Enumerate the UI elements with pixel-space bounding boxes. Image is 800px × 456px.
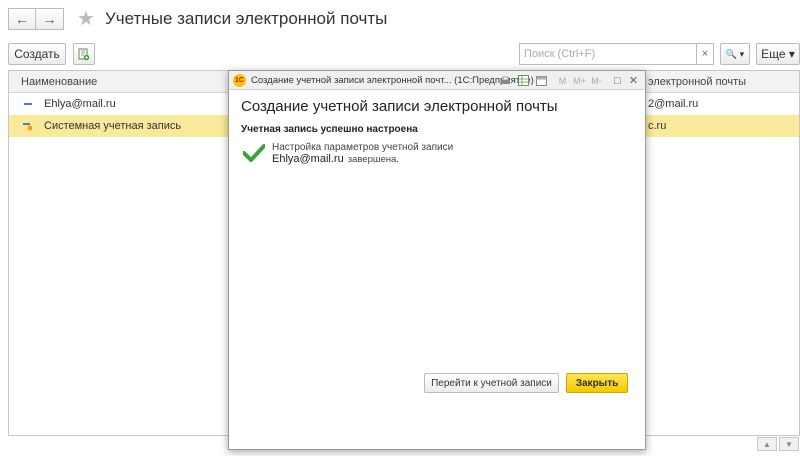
- search-input[interactable]: Поиск (Ctrl+F): [519, 43, 697, 65]
- success-label: Учетная запись успешно настроена: [241, 124, 418, 135]
- more-button[interactable]: Еще ▾: [756, 43, 800, 65]
- back-button[interactable]: ←: [8, 8, 36, 30]
- navigation-buttons: ← →: [8, 8, 64, 30]
- goto-account-button[interactable]: Перейти к учетной записи: [424, 373, 559, 393]
- forward-button[interactable]: →: [36, 8, 64, 30]
- 1c-logo-icon: 1С: [233, 74, 246, 87]
- row-email: 2@mail.ru: [648, 98, 699, 110]
- print-icon[interactable]: [499, 74, 512, 87]
- search-button[interactable]: 🔍 ▾: [720, 43, 750, 65]
- scroll-down-button[interactable]: ▼: [779, 437, 799, 451]
- dialog-window-title: Создание учетной записи электронной почт…: [251, 75, 534, 86]
- result-message: Настройка параметров учетной записи: [272, 142, 454, 153]
- close-icon[interactable]: ✕: [627, 74, 640, 87]
- row-name: Системная учетная запись: [44, 120, 182, 132]
- clear-search-button[interactable]: ×: [697, 43, 714, 65]
- memory-minus-icon[interactable]: M-: [590, 74, 603, 87]
- close-button[interactable]: Закрыть: [566, 373, 628, 393]
- email-accounts-page: ← → ★ Учетные записи электронной почты С…: [0, 0, 800, 456]
- check-icon: [243, 144, 265, 162]
- dialog-heading: Создание учетной записи электронной почт…: [241, 98, 558, 115]
- memory-icon[interactable]: M: [556, 74, 569, 87]
- result-account-line: Ehlya@mail.ru завершена.: [272, 153, 399, 165]
- copy-button[interactable]: [73, 43, 95, 65]
- arrow-left-icon: ←: [15, 11, 29, 27]
- result-account: Ehlya@mail.ru: [272, 153, 344, 165]
- maximize-icon[interactable]: □: [611, 74, 624, 87]
- dialog-titlebar[interactable]: 1С Создание учетной записи электронной п…: [229, 71, 645, 90]
- row-email: c.ru: [648, 120, 667, 132]
- copy-icon: [78, 48, 90, 60]
- create-button[interactable]: Создать: [8, 43, 66, 65]
- memory-plus-icon[interactable]: M+: [573, 74, 586, 87]
- column-name-header[interactable]: Наименование: [21, 76, 97, 88]
- column-email-header[interactable]: электронной почты: [648, 76, 746, 88]
- dialog-body: Создание учетной записи электронной почт…: [229, 90, 645, 449]
- arrow-right-icon: →: [42, 11, 57, 27]
- dialog-title-label: Создание учетной записи электронной почт…: [251, 75, 452, 86]
- account-icon: [23, 99, 33, 109]
- favorite-star-icon[interactable]: ★: [77, 8, 95, 30]
- table-icon[interactable]: [517, 74, 530, 87]
- system-account-icon: [23, 121, 33, 131]
- scroll-up-button[interactable]: ▲: [757, 437, 777, 451]
- search-icon: 🔍 ▾: [725, 48, 745, 59]
- row-name: Ehlya@mail.ru: [44, 98, 116, 110]
- create-account-dialog: 1С Создание учетной записи электронной п…: [228, 70, 646, 450]
- page-title: Учетные записи электронной почты: [105, 9, 388, 28]
- result-suffix: завершена.: [347, 154, 399, 165]
- calendar-icon[interactable]: [535, 74, 548, 87]
